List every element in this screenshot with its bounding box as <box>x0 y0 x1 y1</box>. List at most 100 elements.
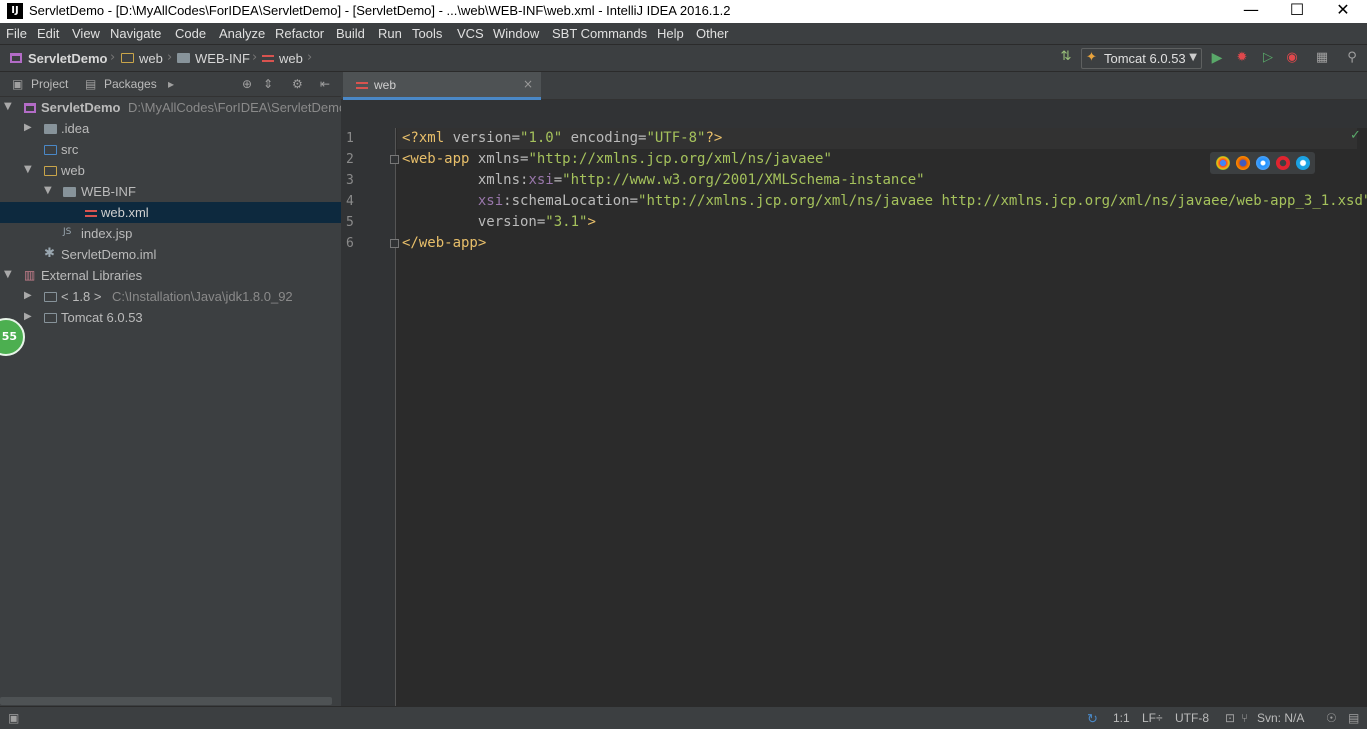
tool-windows-toggle-icon[interactable]: ▣ <box>8 711 19 725</box>
build-sort-icon[interactable]: ⇅ <box>1058 49 1074 65</box>
tree-item-src[interactable]: src <box>0 139 341 160</box>
line-number: 2 <box>346 152 354 167</box>
tree-item-label: web.xml <box>101 205 149 220</box>
menu-build[interactable]: Build <box>336 26 365 41</box>
code-line-2[interactable]: <web-app xmlns="http://xmlns.jcp.org/xml… <box>402 149 832 170</box>
breadcrumb-web-inf[interactable]: WEB-INF <box>195 51 250 66</box>
expanded-arrow-icon[interactable]: ▼ <box>4 101 12 112</box>
menu-code[interactable]: Code <box>175 26 206 41</box>
tree-item-servletdemo[interactable]: ▼ ServletDemo D:\MyAllCodes\ForIDEA\Serv… <box>0 97 346 118</box>
menu-view[interactable]: View <box>72 26 100 41</box>
menu-navigate[interactable]: Navigate <box>110 26 161 41</box>
line-number: 5 <box>346 215 354 230</box>
tab-project[interactable]: Project <box>31 77 68 91</box>
code-line-6[interactable]: </web-app> <box>402 233 486 254</box>
event-log-icon[interactable]: ▤ <box>1348 711 1359 725</box>
opera-icon[interactable] <box>1276 156 1290 170</box>
expanded-arrow-icon[interactable]: ▼ <box>44 185 52 196</box>
project-structure-icon[interactable]: ▦ <box>1314 50 1330 66</box>
line-number: 6 <box>346 236 354 251</box>
menu-vcs[interactable]: VCS <box>457 26 484 41</box>
caret-position[interactable]: 1:1 <box>1113 711 1130 725</box>
menu-edit[interactable]: Edit <box>37 26 59 41</box>
file-encoding[interactable]: UTF-8 <box>1175 711 1209 725</box>
jsp-file-icon: JS <box>63 227 72 237</box>
close-window-button[interactable]: ✕ <box>1320 0 1366 23</box>
tree-item-web-inf[interactable]: ▼ WEB-INF <box>0 181 341 202</box>
expanded-arrow-icon[interactable]: ▼ <box>24 164 32 175</box>
menu-tools[interactable]: Tools <box>412 26 442 41</box>
tree-item-tomcat[interactable]: ▶ Tomcat 6.0.53 <box>0 307 341 328</box>
scroll-from-source-icon[interactable]: ⊕ <box>242 77 252 91</box>
library-folder-icon <box>44 313 57 323</box>
search-icon[interactable]: ⚲ <box>1344 50 1360 66</box>
maximize-button[interactable]: ☐ <box>1274 0 1320 23</box>
collapsed-arrow-icon[interactable]: ▶ <box>24 290 32 301</box>
menu-window[interactable]: Window <box>493 26 539 41</box>
menu-help[interactable]: Help <box>657 26 684 41</box>
xml-file-icon <box>262 53 274 64</box>
run-with-coverage-icon[interactable]: ▷ <box>1260 50 1276 66</box>
tree-item-external-libraries[interactable]: ▼ ▥ External Libraries <box>0 265 341 286</box>
more-views-arrow-icon[interactable]: ▸ <box>168 77 174 91</box>
lock-icon[interactable]: ⊡ <box>1225 711 1235 725</box>
settings-gear-icon[interactable]: ⚙ <box>292 77 303 91</box>
hide-panel-icon[interactable]: ⇤ <box>320 77 330 91</box>
code-line-3[interactable]: xmlns:xsi="http://www.w3.org/2001/XMLSch… <box>402 170 925 191</box>
tree-item-servletdemo-iml[interactable]: ✱ ServletDemo.iml <box>0 244 341 265</box>
line-separator[interactable]: LF÷ <box>1142 711 1163 725</box>
sync-icon[interactable]: ↻ <box>1087 711 1098 727</box>
debug-icon[interactable]: ✹ <box>1234 50 1250 66</box>
tree-item-idea[interactable]: ▶ .idea <box>0 118 341 139</box>
collapse-all-icon[interactable]: ⇕ <box>263 77 273 91</box>
internet-explorer-icon[interactable] <box>1296 156 1310 170</box>
breadcrumb-servletdemo[interactable]: ServletDemo <box>28 51 107 66</box>
firefox-icon[interactable] <box>1236 156 1250 170</box>
expanded-arrow-icon[interactable]: ▼ <box>4 269 12 280</box>
minimize-button[interactable]: — <box>1228 0 1274 23</box>
tree-item-jdk[interactable]: ▶ < 1.8 > C:\Installation\Java\jdk1.8.0_… <box>0 286 341 307</box>
jdk-folder-icon <box>44 292 57 302</box>
menu-file[interactable]: File <box>6 26 27 41</box>
run-icon[interactable]: ▶ <box>1209 50 1225 66</box>
chrome-icon[interactable] <box>1216 156 1230 170</box>
menu-other[interactable]: Other <box>696 26 729 41</box>
collapsed-arrow-icon[interactable]: ▶ <box>24 122 32 133</box>
tab-web-xml[interactable]: web × <box>343 72 541 100</box>
fold-marker-icon[interactable] <box>390 155 399 164</box>
tree-item-label: Tomcat 6.0.53 <box>61 310 143 325</box>
window-title: ServletDemo - [D:\MyAllCodes\ForIDEA\Ser… <box>29 3 731 18</box>
tree-item-web-xml[interactable]: web.xml <box>0 202 341 223</box>
close-tab-icon[interactable]: × <box>523 77 533 91</box>
inspector-icon[interactable]: ☉ <box>1326 711 1337 725</box>
module-icon <box>24 103 36 113</box>
fold-marker-icon[interactable] <box>390 239 399 248</box>
safari-icon[interactable] <box>1256 156 1270 170</box>
project-horizontal-scrollbar[interactable] <box>0 697 332 705</box>
profile-icon[interactable]: ◉ <box>1284 50 1300 66</box>
tree-item-web[interactable]: ▼ web <box>0 160 341 181</box>
folder-icon <box>44 124 57 134</box>
tree-item-index-jsp[interactable]: JS index.jsp <box>0 223 341 244</box>
breadcrumb-web-xml[interactable]: web <box>279 51 303 66</box>
code-line-1[interactable]: <?xml version="1.0" encoding="UTF-8"?> <box>402 128 722 149</box>
run-configuration-select[interactable]: ✦ Tomcat 6.0.53 ▼ <box>1081 48 1202 69</box>
run-configuration-label: Tomcat 6.0.53 <box>1104 51 1186 66</box>
editor-tab-label: web <box>374 78 397 92</box>
menu-analyze[interactable]: Analyze <box>219 26 265 41</box>
menu-sbt-commands[interactable]: SBT Commands <box>552 26 647 41</box>
breadcrumb-web[interactable]: web <box>139 51 163 66</box>
tree-item-label: web <box>61 163 85 178</box>
code-line-4[interactable]: xsi:schemaLocation="http://xmlns.jcp.org… <box>402 191 1367 212</box>
code-line-5[interactable]: version="3.1"> <box>402 212 596 233</box>
no-errors-check-icon[interactable]: ✓ <box>1350 128 1361 143</box>
menu-run[interactable]: Run <box>378 26 402 41</box>
collapsed-arrow-icon[interactable]: ▶ <box>24 311 32 322</box>
tab-packages[interactable]: Packages <box>104 77 157 91</box>
vcs-status[interactable]: Svn: N/A <box>1257 711 1304 725</box>
tree-item-label: ServletDemo.iml <box>61 247 157 262</box>
tree-item-label: .idea <box>61 121 90 136</box>
menu-refactor[interactable]: Refactor <box>275 26 324 41</box>
tree-item-label: ServletDemo <box>41 100 121 115</box>
tree-item-label: index.jsp <box>81 226 133 241</box>
